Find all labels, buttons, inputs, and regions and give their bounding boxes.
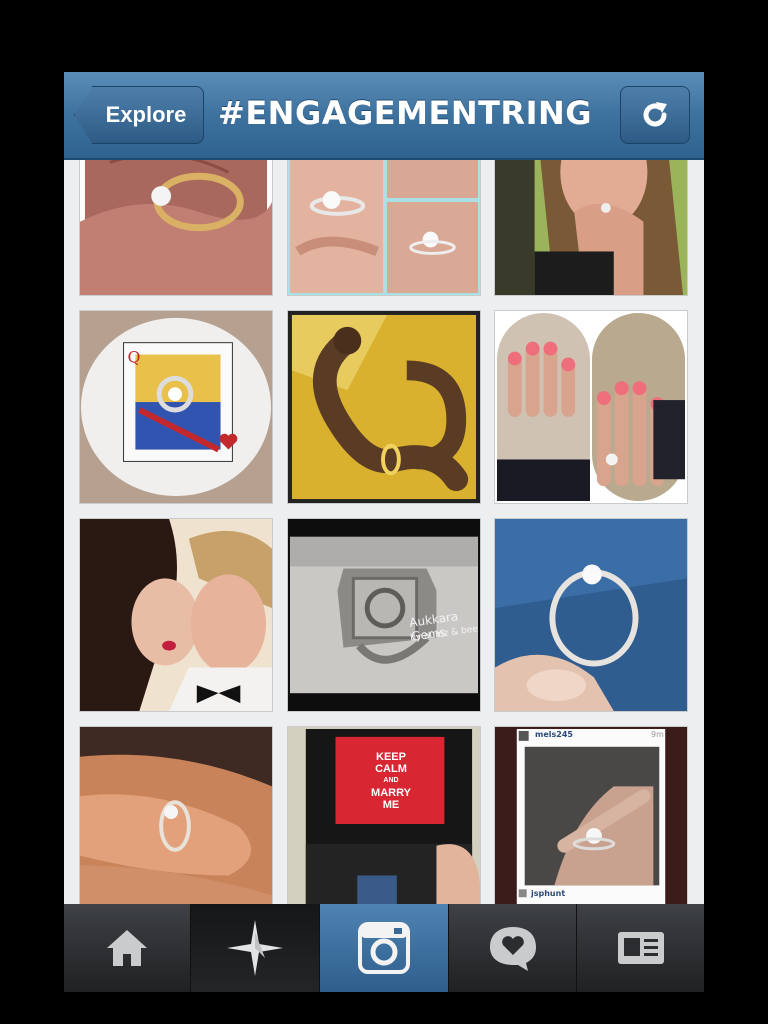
tab-profile[interactable]	[577, 904, 704, 992]
keep-calm-line-2: CALM	[375, 763, 407, 775]
page-title: #ENGAGEMENTRING	[218, 94, 593, 132]
tab-explore[interactable]	[191, 904, 320, 992]
tab-camera[interactable]	[320, 904, 449, 992]
photo-couple-kiss[interactable]	[79, 518, 273, 712]
back-button-label: Explore	[105, 102, 187, 127]
repost-commenter: jsphunt	[531, 889, 566, 898]
news-heart-icon	[489, 927, 536, 971]
photo-pink-nails-ring[interactable]	[494, 310, 688, 504]
photo-ring-on-denim[interactable]	[494, 518, 688, 712]
photo-queen-card-ring[interactable]: Q	[79, 310, 273, 504]
keep-calm-line-4: MARRY	[371, 787, 411, 799]
refresh-icon	[643, 102, 667, 127]
explore-star-icon	[227, 920, 283, 976]
keep-calm-text: KEEP CALM AND MARRY ME	[336, 751, 446, 811]
photo-ring-collage[interactable]	[287, 160, 481, 296]
explore-back-button[interactable]: Explore	[74, 86, 204, 144]
camera-icon	[358, 922, 410, 974]
keep-calm-line-5: ME	[382, 799, 400, 811]
nav-bar: Explore #ENGAGEMENTRING	[64, 72, 704, 160]
photo-snake-ring[interactable]	[287, 310, 481, 504]
repost-time: 9m	[651, 730, 664, 739]
tab-bar	[64, 904, 704, 992]
keep-calm-line-1: KEEP	[376, 751, 406, 763]
photo-ring-in-palm[interactable]	[79, 160, 273, 296]
photo-grid: Q Aukkara Gems by aumz & bee KEEP CALM A…	[64, 160, 704, 904]
photo-keep-calm-box[interactable]: KEEP CALM AND MARRY ME	[287, 726, 481, 904]
photo-signet-ring[interactable]: Aukkara Gems by aumz & bee	[287, 518, 481, 712]
tab-home[interactable]	[64, 904, 191, 992]
repost-username: mels245	[535, 730, 573, 739]
profile-icon	[617, 932, 664, 964]
svg-text:Q: Q	[128, 347, 141, 366]
home-icon	[107, 930, 147, 966]
tab-news[interactable]	[449, 904, 577, 992]
photo-repost-ring[interactable]: mels245 9m jsphunt	[494, 726, 688, 904]
keep-calm-line-3: AND	[383, 777, 399, 784]
app-screen: Explore #ENGAGEMENTRING Q Aukkara Gems b…	[64, 72, 704, 992]
photo-ring-on-finger[interactable]	[79, 726, 273, 904]
refresh-button[interactable]	[620, 86, 690, 144]
photo-girl-hand-on-face[interactable]	[494, 160, 688, 296]
